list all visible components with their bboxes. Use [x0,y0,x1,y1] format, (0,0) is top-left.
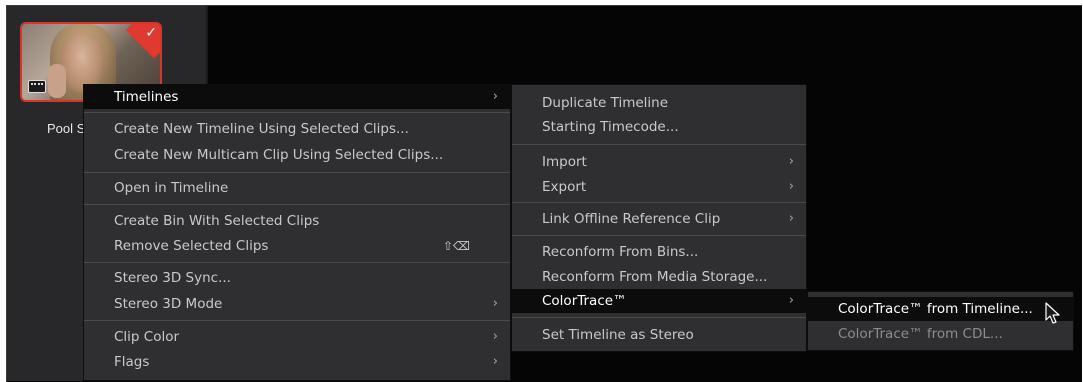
menu-item-label: Link Offline Reference Clip [542,211,721,227]
menu-item-label: Clip Color [114,329,180,345]
menu-item-label: Set Timeline as Stereo [542,327,694,343]
checkmark-icon: ✓ [145,25,157,41]
menu-separator [84,204,510,205]
menu-separator [512,317,806,318]
menu-item-colortrace-from-cdl[interactable]: ColorTrace™ from CDL... [808,322,1073,346]
menu-item-colortrace[interactable]: ColorTrace™ › [512,289,806,313]
chevron-right-icon: › [788,293,794,308]
menu-item-label: Reconform From Media Storage... [542,269,768,285]
menu-item-export[interactable]: Export › [512,175,806,199]
menu-item-label: Open in Timeline [114,180,229,196]
menu-item-flags[interactable]: Flags › [84,350,510,374]
timeline-icon [28,80,46,93]
menu-item-label: Create New Timeline Using Selected Clips… [114,121,409,137]
clip-context-menu: Timelines › Create New Timeline Using Se… [83,84,511,381]
menu-item-colortrace-from-timeline[interactable]: ColorTrace™ from Timeline... [808,297,1073,321]
menu-item-timelines[interactable]: Timelines › [84,85,510,109]
menu-item-label: Stereo 3D Sync... [114,270,231,286]
menu-separator [84,112,510,113]
menu-item-import[interactable]: Import › [512,150,806,174]
menu-item-label: Remove Selected Clips [114,238,269,254]
menu-item-create-new-timeline[interactable]: Create New Timeline Using Selected Clips… [84,117,510,141]
menu-item-label: Create Bin With Selected Clips [114,213,320,229]
menu-item-clip-color[interactable]: Clip Color › [84,325,510,349]
menu-item-label: ColorTrace™ [542,293,627,309]
mouse-pointer-icon [1045,302,1060,324]
menu-item-link-offline-reference-clip[interactable]: Link Offline Reference Clip › [512,207,806,231]
chevron-right-icon: › [788,179,794,194]
menu-separator [512,235,806,236]
menu-separator [84,320,510,321]
menu-separator [84,172,510,173]
menu-separator [512,144,806,145]
chevron-right-icon: › [788,211,794,226]
chevron-right-icon: › [492,89,498,104]
timelines-submenu: Duplicate Timeline Starting Timecode... … [511,84,807,352]
menu-item-reconform-from-bins[interactable]: Reconform From Bins... [512,240,806,264]
menu-item-starting-timecode[interactable]: Starting Timecode... [512,115,806,139]
menu-item-stereo-3d-sync[interactable]: Stereo 3D Sync... [84,266,510,290]
chevron-right-icon: › [492,296,498,311]
menu-item-label: Starting Timecode... [542,119,679,135]
shift-delete-shortcut: ⇧⌫ [442,239,470,253]
menu-item-label: Duplicate Timeline [542,95,669,111]
menu-item-set-timeline-as-stereo[interactable]: Set Timeline as Stereo [512,323,806,347]
menu-item-label: ColorTrace™ from Timeline... [838,301,1033,317]
chevron-right-icon: › [492,354,498,369]
menu-separator [84,262,510,263]
chevron-right-icon: › [788,154,794,169]
menu-item-open-in-timeline[interactable]: Open in Timeline [84,176,510,200]
menu-item-label: Timelines [114,89,179,105]
menu-item-label: Import [542,154,587,170]
colortrace-submenu: ColorTrace™ from Timeline... ColorTrace™… [807,291,1074,351]
menu-item-remove-selected-clips[interactable]: Remove Selected Clips ⇧⌫ [84,234,510,258]
menu-item-label: Flags [114,354,150,370]
menu-item-stereo-3d-mode[interactable]: Stereo 3D Mode › [84,292,510,316]
thumbnail-image-hand [48,64,66,98]
menu-item-label: Export [542,179,587,195]
menu-item-duplicate-timeline[interactable]: Duplicate Timeline [512,91,806,115]
menu-item-label: Create New Multicam Clip Using Selected … [114,147,444,163]
menu-item-label: Reconform From Bins... [542,244,699,260]
menu-item-create-bin[interactable]: Create Bin With Selected Clips [84,209,510,233]
menu-item-create-multicam-clip[interactable]: Create New Multicam Clip Using Selected … [84,143,510,167]
menu-item-label: Stereo 3D Mode [114,296,223,312]
clip-name-label: Pool S [47,121,86,136]
menu-item-reconform-from-media-storage[interactable]: Reconform From Media Storage... [512,265,806,289]
chevron-right-icon: › [492,329,498,344]
thumbnail-image-face [60,32,104,92]
menu-item-label: ColorTrace™ from CDL... [838,326,1003,342]
menu-separator [512,202,806,203]
